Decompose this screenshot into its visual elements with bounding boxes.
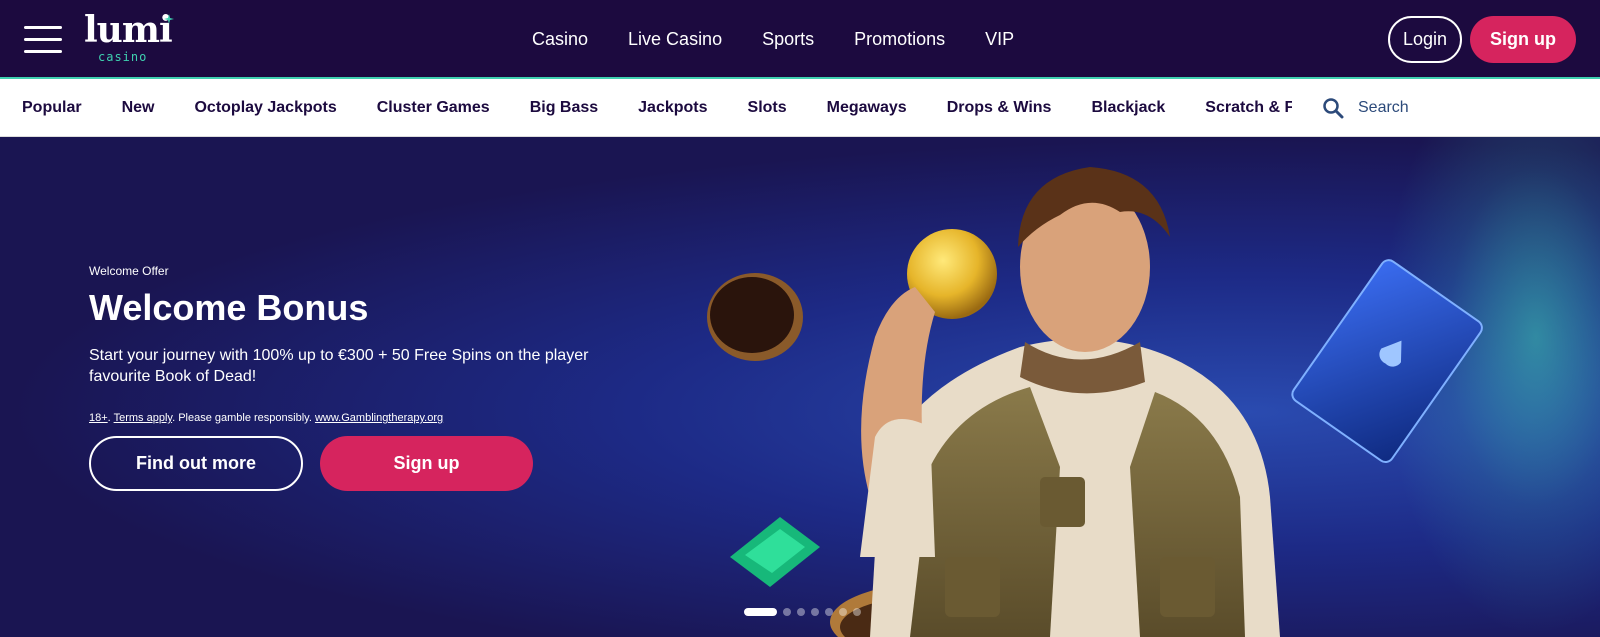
legal-text: . Please gamble responsibly. bbox=[172, 412, 315, 424]
search-icon bbox=[1323, 98, 1344, 119]
main-nav: Casino Live Casino Sports Promotions VIP bbox=[532, 0, 1054, 79]
category-blackjack[interactable]: Blackjack bbox=[1091, 99, 1165, 117]
nav-live-casino[interactable]: Live Casino bbox=[628, 29, 722, 50]
nav-vip[interactable]: VIP bbox=[985, 29, 1014, 50]
category-drops-wins[interactable]: Drops & Wins bbox=[947, 99, 1052, 117]
dark-coin bbox=[707, 273, 803, 361]
search-input[interactable]: Search bbox=[1322, 93, 1582, 123]
category-cluster-games[interactable]: Cluster Games bbox=[377, 99, 490, 117]
carousel-dot[interactable] bbox=[783, 608, 791, 616]
category-big-bass[interactable]: Big Bass bbox=[530, 99, 598, 117]
gambling-therapy-link[interactable]: www.Gamblingtherapy.org bbox=[315, 412, 443, 424]
top-header: lumi casino Casino Live Casino Sports Pr… bbox=[0, 0, 1600, 79]
carousel-dot[interactable] bbox=[744, 608, 777, 616]
nav-sports[interactable]: Sports bbox=[762, 29, 814, 50]
carousel-dot[interactable] bbox=[797, 608, 805, 616]
carousel-indicators bbox=[744, 608, 867, 616]
playing-card bbox=[1291, 259, 1483, 463]
hero-eyebrow: Welcome Offer bbox=[89, 264, 169, 278]
category-bar: Popular New Octoplay Jackpots Cluster Ga… bbox=[0, 79, 1600, 137]
category-popular[interactable]: Popular bbox=[22, 99, 82, 117]
nav-casino[interactable]: Casino bbox=[532, 29, 588, 50]
menu-icon[interactable] bbox=[24, 26, 62, 53]
green-gem bbox=[730, 517, 820, 587]
logo-subtitle: casino bbox=[98, 50, 148, 64]
explorer-character bbox=[860, 167, 1280, 637]
terms-link[interactable]: Terms apply bbox=[114, 412, 172, 424]
category-slots[interactable]: Slots bbox=[748, 99, 787, 117]
category-jackpots[interactable]: Jackpots bbox=[638, 99, 707, 117]
hero-description: Start your journey with 100% up to €300 … bbox=[89, 347, 589, 385]
carousel-dot[interactable] bbox=[853, 608, 861, 616]
age-limit-link[interactable]: 18+ bbox=[89, 412, 108, 424]
login-button[interactable]: Login bbox=[1388, 16, 1462, 63]
find-out-more-button[interactable]: Find out more bbox=[89, 436, 303, 491]
lumi-casino-logo[interactable]: lumi casino bbox=[84, 10, 184, 66]
carousel-dot[interactable] bbox=[811, 608, 819, 616]
logo-text: lumi bbox=[84, 9, 173, 51]
hero-signup-button[interactable]: Sign up bbox=[320, 436, 533, 491]
category-scratch-fun[interactable]: Scratch & Fun bbox=[1205, 99, 1292, 117]
carousel-dot[interactable] bbox=[825, 608, 833, 616]
hero-title: Welcome Bonus bbox=[89, 287, 369, 328]
signup-button[interactable]: Sign up bbox=[1470, 16, 1576, 63]
category-new[interactable]: New bbox=[122, 99, 155, 117]
hero-legal: 18+. Terms apply. Please gamble responsi… bbox=[89, 412, 443, 424]
search-placeholder: Search bbox=[1358, 99, 1409, 116]
category-megaways[interactable]: Megaways bbox=[827, 99, 907, 117]
star-icon bbox=[164, 14, 174, 24]
carousel-dot[interactable] bbox=[839, 608, 847, 616]
hero-banner: Welcome Offer Welcome Bonus Start your j… bbox=[0, 137, 1600, 637]
nav-promotions[interactable]: Promotions bbox=[854, 29, 945, 50]
category-list: Popular New Octoplay Jackpots Cluster Ga… bbox=[22, 79, 1292, 137]
category-octoplay-jackpots[interactable]: Octoplay Jackpots bbox=[194, 99, 336, 117]
hero-illustration bbox=[707, 167, 1483, 637]
